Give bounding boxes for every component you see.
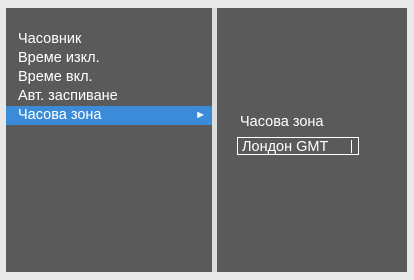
menu-item-label: Време вкл.: [18, 69, 93, 85]
menu-item-off-time[interactable]: Време изкл.: [6, 49, 212, 68]
submenu-title: Часова зона: [240, 114, 324, 130]
menu-item-clock[interactable]: Часовник: [6, 30, 212, 49]
menu-item-auto-sleep[interactable]: Авт. заспиване: [6, 87, 212, 106]
right-triangle-icon: ►: [195, 109, 206, 121]
time-menu-list: Часовник Време изкл. Време вкл. Авт. зас…: [6, 30, 212, 125]
main-menu-panel: Часовник Време изкл. Време вкл. Авт. зас…: [6, 8, 212, 272]
time-zone-selector[interactable]: Лондон GMT: [237, 137, 359, 155]
menu-item-on-time[interactable]: Време вкл.: [6, 68, 212, 87]
menu-item-time-zone[interactable]: Часова зона ►: [6, 106, 212, 125]
menu-item-label: Авт. заспиване: [18, 88, 118, 104]
text-cursor: [351, 140, 352, 153]
menu-item-label: Часовник: [18, 31, 82, 47]
submenu-panel: Часова зона Лондон GMT: [217, 8, 407, 272]
menu-item-label: Време изкл.: [18, 50, 100, 66]
time-zone-value: Лондон GMT: [242, 139, 329, 155]
menu-item-label: Часова зона: [18, 107, 102, 123]
osd-screen: Часовник Време изкл. Време вкл. Авт. зас…: [0, 0, 414, 280]
